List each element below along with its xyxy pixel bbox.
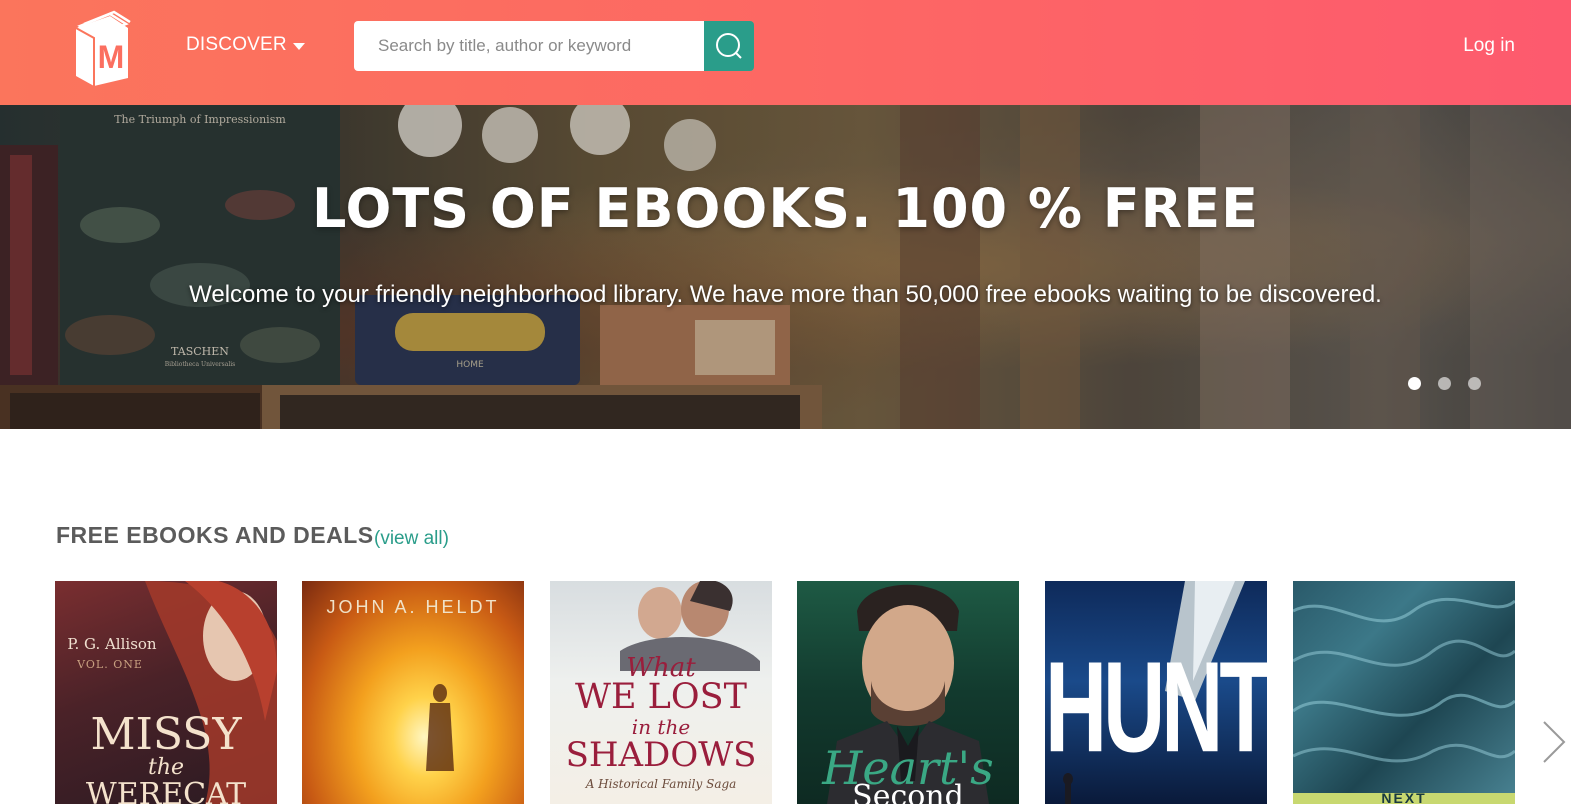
chevron-right-icon (1543, 721, 1566, 763)
book-title-line1: MISSY (90, 709, 242, 760)
book-cover-marbled[interactable]: NEXT (1293, 581, 1515, 804)
section-title: FREE EBOOKS AND DEALS (56, 522, 374, 548)
login-link[interactable]: Log in (1463, 35, 1515, 57)
book-title-line2: Second (852, 779, 964, 804)
book-title-line2: WE LOST (575, 677, 747, 717)
search-input[interactable] (354, 21, 704, 71)
book-cover-hearts-second[interactable]: Heart's Second (797, 581, 1019, 804)
site-header: M DISCOVER Log in (0, 0, 1571, 105)
search-icon (716, 33, 742, 59)
book-cover-what-we-lost[interactable]: What WE LOST in the SHADOWS A Historical… (550, 581, 772, 804)
hero-background-image: The Triumph of Impressionism TASCHEN Bib… (0, 105, 1571, 429)
hero-title: LOTS OF EBOOKS. 100 % FREE (311, 177, 1260, 240)
hero-subtitle: Welcome to your friendly neighborhood li… (189, 281, 1382, 308)
book-title-line4: SHADOWS (565, 735, 757, 775)
book-title-line1: NEXT (1381, 790, 1427, 804)
carousel-dots (1408, 377, 1481, 390)
carousel-dot-2[interactable] (1438, 377, 1451, 390)
book-title-line1: HUNTED (1045, 635, 1267, 780)
discover-label: DISCOVER (186, 34, 287, 55)
view-all-link[interactable]: (view all) (374, 528, 449, 550)
library-book-logo[interactable]: M (70, 6, 134, 86)
book-author: JOHN A. HELDT (326, 597, 500, 617)
carousel-dot-1[interactable] (1408, 377, 1421, 390)
book-cover-missy[interactable]: P. G. Allison VOL. ONE MISSY the WERECAT (55, 581, 277, 804)
book-author: P. G. Allison (67, 635, 157, 653)
book-logo-icon: M (75, 10, 131, 86)
search-bar (354, 21, 754, 71)
book-title-line3: WERECAT (85, 777, 247, 804)
caret-down-icon (292, 43, 305, 50)
discover-menu[interactable]: DISCOVER (186, 34, 305, 56)
search-button[interactable] (704, 21, 754, 71)
book-carousel: P. G. Allison VOL. ONE MISSY the WERECAT… (55, 581, 1515, 804)
book-cover-hunted[interactable]: HUNTED (1045, 581, 1267, 804)
logo-letter: M (98, 39, 125, 75)
carousel-next-button[interactable] (1538, 718, 1568, 766)
book-volume: VOL. ONE (77, 658, 143, 671)
marbled-pattern (1293, 598, 1515, 804)
book-cover-heldt[interactable]: JOHN A. HELDT (302, 581, 524, 804)
book-tagline: A Historical Family Saga (585, 777, 737, 791)
hero-carousel: The Triumph of Impressionism TASCHEN Bib… (0, 105, 1571, 429)
carousel-dot-3[interactable] (1468, 377, 1481, 390)
